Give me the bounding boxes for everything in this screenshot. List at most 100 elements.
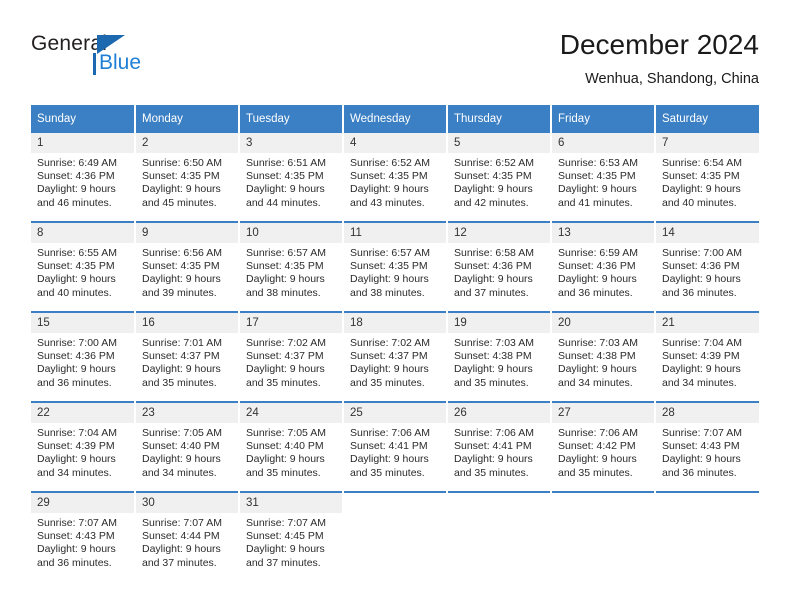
daylight-text-line2: and 34 minutes. [37,466,112,479]
sunrise-text: Sunrise: 7:00 AM [662,247,742,259]
calendar-day-cell[interactable]: 25 Sunrise: 7:06 AM Sunset: 4:41 PM Dayligh… [343,401,448,492]
daylight-text-line2: and 40 minutes. [662,196,737,209]
day-cell-content: 31 Sunrise: 7:07 AM Sunset: 4:45 PM Dayligh… [240,493,342,581]
day-number [552,493,654,513]
day-details: Sunrise: 7:00 AM Sunset: 4:36 PM Daylight:… [31,333,134,390]
day-cell-content: 4 Sunrise: 6:52 AM Sunset: 4:35 PM Daylight… [344,133,446,221]
daylight-text-line2: and 34 minutes. [662,376,737,389]
daylight-text-line1: Daylight: 9 hours [246,453,325,466]
sunset-text: Sunset: 4:36 PM [37,170,115,183]
calendar-header-row: Sunday Monday Tuesday Wednesday Thursday… [31,105,759,133]
daylight-text-line1: Daylight: 9 hours [558,273,637,286]
calendar-day-cell[interactable]: 6 Sunrise: 6:53 AM Sunset: 4:35 PM Daylight… [551,133,656,222]
calendar-day-cell[interactable]: 21 Sunrise: 7:04 AM Sunset: 4:39 PM Dayligh… [655,311,759,402]
daylight-text-line1: Daylight: 9 hours [37,183,116,196]
sunset-text: Sunset: 4:36 PM [558,260,636,273]
calendar-day-cell[interactable]: 1 Sunrise: 6:49 AM Sunset: 4:36 PM Daylight… [31,133,136,222]
daylight-text-line2: and 40 minutes. [37,286,112,299]
calendar-day-cell[interactable]: 31 Sunrise: 7:07 AM Sunset: 4:45 PM Dayligh… [239,491,344,581]
calendar-day-cell[interactable]: 11 Sunrise: 6:57 AM Sunset: 4:35 PM Dayligh… [343,221,448,312]
daylight-text-line2: and 46 minutes. [37,196,112,209]
calendar-day-cell[interactable]: 27 Sunrise: 7:06 AM Sunset: 4:42 PM Dayligh… [551,401,656,492]
calendar-day-cell[interactable]: 13 Sunrise: 6:59 AM Sunset: 4:36 PM Dayligh… [551,221,656,312]
calendar-day-cell[interactable]: 4 Sunrise: 6:52 AM Sunset: 4:35 PM Daylight… [343,133,448,222]
day-cell-content: 16 Sunrise: 7:01 AM Sunset: 4:37 PM Dayligh… [136,313,238,401]
weekday-header-saturday: Saturday [655,105,759,133]
daylight-text-line1: Daylight: 9 hours [662,453,741,466]
sunrise-text: Sunrise: 7:06 AM [558,427,638,439]
daylight-text-line2: and 36 minutes. [37,376,112,389]
day-cell-content: 1 Sunrise: 6:49 AM Sunset: 4:36 PM Daylight… [31,133,134,221]
calendar-day-cell[interactable]: 3 Sunrise: 6:51 AM Sunset: 4:35 PM Daylight… [239,133,344,222]
day-number: 27 [552,403,654,423]
day-cell-content: 27 Sunrise: 7:06 AM Sunset: 4:42 PM Dayligh… [552,403,654,491]
day-cell-content: 19 Sunrise: 7:03 AM Sunset: 4:38 PM Dayligh… [448,313,550,401]
sunrise-text: Sunrise: 7:06 AM [454,427,534,439]
sunset-text: Sunset: 4:41 PM [350,440,428,453]
day-cell-content: 6 Sunrise: 6:53 AM Sunset: 4:35 PM Daylight… [552,133,654,221]
sunrise-text: Sunrise: 7:05 AM [142,427,222,439]
calendar-day-cell[interactable]: 24 Sunrise: 7:05 AM Sunset: 4:40 PM Dayligh… [239,401,344,492]
calendar-day-cell[interactable]: 8 Sunrise: 6:55 AM Sunset: 4:35 PM Daylight… [31,221,136,312]
day-number [656,493,759,513]
calendar-day-cell[interactable]: 18 Sunrise: 7:02 AM Sunset: 4:37 PM Dayligh… [343,311,448,402]
sunset-text: Sunset: 4:35 PM [142,260,220,273]
day-number: 16 [136,313,238,333]
calendar-day-cell[interactable]: 26 Sunrise: 7:06 AM Sunset: 4:41 PM Dayligh… [447,401,552,492]
calendar-day-cell[interactable]: 22 Sunrise: 7:04 AM Sunset: 4:39 PM Dayligh… [31,401,136,492]
sunset-text: Sunset: 4:37 PM [142,350,220,363]
calendar-day-cell[interactable]: 9 Sunrise: 6:56 AM Sunset: 4:35 PM Daylight… [135,221,240,312]
daylight-text-line1: Daylight: 9 hours [662,183,741,196]
calendar-day-cell [655,491,759,581]
sunrise-text: Sunrise: 7:07 AM [37,517,117,529]
sunset-text: Sunset: 4:42 PM [558,440,636,453]
sunset-text: Sunset: 4:35 PM [350,260,428,273]
day-cell-content: 26 Sunrise: 7:06 AM Sunset: 4:41 PM Dayligh… [448,403,550,491]
day-details: Sunrise: 7:02 AM Sunset: 4:37 PM Daylight:… [344,333,446,390]
daylight-text-line1: Daylight: 9 hours [37,363,116,376]
day-details: Sunrise: 7:05 AM Sunset: 4:40 PM Daylight:… [136,423,238,480]
day-cell-content: 9 Sunrise: 6:56 AM Sunset: 4:35 PM Daylight… [136,223,238,311]
calendar-day-cell[interactable]: 28 Sunrise: 7:07 AM Sunset: 4:43 PM Dayligh… [655,401,759,492]
calendar-day-cell[interactable]: 17 Sunrise: 7:02 AM Sunset: 4:37 PM Dayligh… [239,311,344,402]
calendar-day-cell[interactable]: 19 Sunrise: 7:03 AM Sunset: 4:38 PM Dayligh… [447,311,552,402]
day-details: Sunrise: 6:59 AM Sunset: 4:36 PM Daylight:… [552,243,654,300]
calendar-day-cell[interactable]: 15 Sunrise: 7:00 AM Sunset: 4:36 PM Dayligh… [31,311,136,402]
day-number: 7 [656,133,759,153]
sunset-text: Sunset: 4:41 PM [454,440,532,453]
calendar-day-cell[interactable]: 29 Sunrise: 7:07 AM Sunset: 4:43 PM Dayligh… [31,491,136,581]
day-number: 25 [344,403,446,423]
calendar-week-row: 29 Sunrise: 7:07 AM Sunset: 4:43 PM Dayligh… [31,491,759,581]
calendar-day-cell[interactable]: 14 Sunrise: 7:00 AM Sunset: 4:36 PM Dayligh… [655,221,759,312]
sunrise-text: Sunrise: 6:49 AM [37,157,117,169]
day-details: Sunrise: 7:06 AM Sunset: 4:41 PM Daylight:… [448,423,550,480]
general-blue-logo[interactable]: General Blue [31,32,211,88]
calendar-day-cell[interactable]: 30 Sunrise: 7:07 AM Sunset: 4:44 PM Dayligh… [135,491,240,581]
daylight-text-line1: Daylight: 9 hours [558,453,637,466]
calendar-day-cell[interactable]: 10 Sunrise: 6:57 AM Sunset: 4:35 PM Dayligh… [239,221,344,312]
day-cell-content: 22 Sunrise: 7:04 AM Sunset: 4:39 PM Dayligh… [31,403,134,491]
day-details: Sunrise: 7:02 AM Sunset: 4:37 PM Daylight:… [240,333,342,390]
sunset-text: Sunset: 4:37 PM [350,350,428,363]
day-details: Sunrise: 7:04 AM Sunset: 4:39 PM Daylight:… [31,423,134,480]
daylight-text-line2: and 36 minutes. [558,286,633,299]
day-details: Sunrise: 7:01 AM Sunset: 4:37 PM Daylight:… [136,333,238,390]
calendar-day-cell[interactable]: 5 Sunrise: 6:52 AM Sunset: 4:35 PM Daylight… [447,133,552,222]
calendar-day-cell[interactable]: 20 Sunrise: 7:03 AM Sunset: 4:38 PM Dayligh… [551,311,656,402]
sunset-text: Sunset: 4:36 PM [454,260,532,273]
calendar-week-row: 22 Sunrise: 7:04 AM Sunset: 4:39 PM Dayligh… [31,401,759,492]
daylight-text-line1: Daylight: 9 hours [142,273,221,286]
calendar-day-cell[interactable]: 23 Sunrise: 7:05 AM Sunset: 4:40 PM Dayligh… [135,401,240,492]
calendar-day-cell[interactable]: 12 Sunrise: 6:58 AM Sunset: 4:36 PM Dayligh… [447,221,552,312]
calendar-day-cell[interactable]: 7 Sunrise: 6:54 AM Sunset: 4:35 PM Daylight… [655,133,759,222]
daylight-text-line1: Daylight: 9 hours [37,453,116,466]
weekday-header-tuesday: Tuesday [239,105,344,133]
sunrise-text: Sunrise: 6:55 AM [37,247,117,259]
daylight-text-line1: Daylight: 9 hours [37,543,116,556]
calendar-day-cell[interactable]: 16 Sunrise: 7:01 AM Sunset: 4:37 PM Dayligh… [135,311,240,402]
sunset-text: Sunset: 4:35 PM [350,170,428,183]
day-details: Sunrise: 7:07 AM Sunset: 4:44 PM Daylight:… [136,513,238,570]
sunrise-text: Sunrise: 7:03 AM [558,337,638,349]
calendar-day-cell[interactable]: 2 Sunrise: 6:50 AM Sunset: 4:35 PM Daylight… [135,133,240,222]
day-number: 4 [344,133,446,153]
